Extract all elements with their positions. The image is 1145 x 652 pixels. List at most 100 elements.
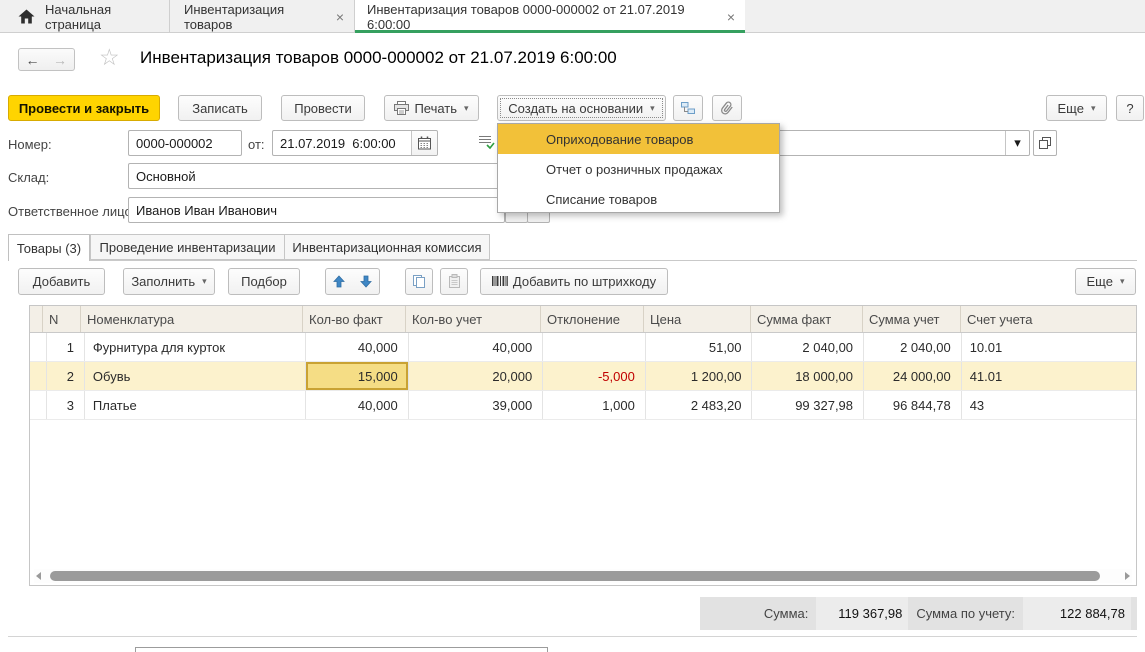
cell-nomenclature[interactable]: Фурнитура для курток [85, 333, 306, 361]
back-button[interactable]: ← [18, 48, 47, 71]
cell-qty-acc[interactable]: 39,000 [409, 391, 544, 419]
document-check-icon[interactable] [478, 134, 495, 150]
forward-button[interactable]: → [46, 48, 75, 71]
tab-goods[interactable]: Товары (3) [8, 234, 90, 261]
cell-price[interactable]: 1 200,00 [646, 362, 753, 390]
close-icon[interactable]: × [727, 9, 735, 25]
form-bottom-border [8, 636, 1137, 637]
number-label: Номер: [8, 137, 52, 152]
paperclip-icon [717, 98, 736, 118]
window-tab-bar: Начальная страница Инвентаризация товаро… [0, 0, 1145, 33]
add-by-barcode-button[interactable]: Добавить по штрихкоду [480, 268, 668, 295]
print-button[interactable]: Печать ▾ [384, 95, 479, 121]
cell-sum-fact[interactable]: 2 040,00 [752, 333, 864, 361]
column-header-nomenclature[interactable]: Номенклатура [81, 306, 303, 332]
more-button-table[interactable]: Еще ▾ [1075, 268, 1136, 295]
goods-table: N Номенклатура Кол-во факт Кол-во учет О… [29, 305, 1137, 586]
scroll-right-icon[interactable] [1125, 572, 1130, 580]
table-header-row: N Номенклатура Кол-во факт Кол-во учет О… [30, 306, 1136, 333]
post-button[interactable]: Провести [281, 95, 365, 121]
date-field[interactable]: 21.07.2019 6:00:00 [272, 130, 438, 156]
responsible-label: Ответственное лицо: [8, 204, 135, 219]
column-header-qty-fact[interactable]: Кол-во факт [303, 306, 406, 332]
barcode-icon [492, 275, 508, 288]
post-and-close-button[interactable]: Провести и закрыть [8, 95, 160, 121]
move-row-down-button[interactable] [352, 268, 380, 295]
menu-item-goods-write-off[interactable]: Списание товаров [498, 184, 779, 214]
row-marker-column-header [30, 306, 43, 332]
clipped-field-below[interactable] [135, 647, 548, 652]
printer-icon [394, 101, 409, 115]
column-header-account[interactable]: Счет учета [961, 306, 1136, 332]
cell-sum-fact[interactable]: 18 000,00 [752, 362, 864, 390]
scrollbar-thumb[interactable] [50, 571, 1100, 581]
number-field[interactable]: 0000-000002 [128, 130, 242, 156]
column-header-price[interactable]: Цена [644, 306, 751, 332]
paste-button[interactable] [440, 268, 468, 295]
more-button-top[interactable]: Еще ▾ [1046, 95, 1107, 121]
cell-account[interactable]: 43 [962, 391, 1136, 419]
cell-deviation[interactable] [543, 333, 646, 361]
cell-price[interactable]: 51,00 [646, 333, 753, 361]
table-row[interactable]: 1 Фурнитура для курток 40,000 40,000 51,… [30, 333, 1136, 362]
scroll-left-icon[interactable] [36, 572, 41, 580]
close-icon[interactable]: × [336, 9, 344, 25]
cell-deviation[interactable]: 1,000 [543, 391, 646, 419]
tab-inventory-commission[interactable]: Инвентаризационная комиссия [285, 234, 490, 260]
tab-home-page[interactable]: Начальная страница [0, 0, 170, 33]
tab-inventory-list[interactable]: Инвентаризация товаров × [170, 0, 355, 33]
combo-dropdown-button[interactable]: ▾ [1005, 131, 1029, 155]
cell-sum-acc[interactable]: 2 040,00 [864, 333, 962, 361]
cell-qty-fact[interactable]: 40,000 [306, 333, 409, 361]
warehouse-field[interactable]: Основной [128, 163, 505, 189]
column-header-sum-fact[interactable]: Сумма факт [751, 306, 863, 332]
menu-item-goods-receipt[interactable]: Оприходование товаров [498, 124, 779, 154]
tab-inventory-execution[interactable]: Проведение инвентаризации [90, 234, 285, 260]
attachments-button[interactable] [712, 95, 742, 121]
cell-n[interactable]: 3 [47, 391, 85, 419]
create-based-on-menu: Оприходование товаров Отчет о розничных … [497, 123, 780, 213]
row-marker-cell [30, 333, 47, 361]
copy-button[interactable] [405, 268, 433, 295]
cell-deviation[interactable]: -5,000 [543, 362, 646, 390]
column-header-n[interactable]: N [43, 306, 81, 332]
menu-item-retail-sales-report[interactable]: Отчет о розничных продажах [498, 154, 779, 184]
document-structure-button[interactable] [673, 95, 703, 121]
column-header-sum-acc[interactable]: Сумма учет [863, 306, 961, 332]
cell-sum-fact[interactable]: 99 327,98 [752, 391, 864, 419]
add-row-button[interactable]: Добавить [18, 268, 105, 295]
sum-value: 119 367,98 [816, 597, 908, 630]
move-row-up-button[interactable] [325, 268, 353, 295]
cell-account[interactable]: 10.01 [962, 333, 1136, 361]
home-icon [18, 9, 35, 24]
table-row-current[interactable]: 2 Обувь 15,000 20,000 -5,000 1 200,00 18… [30, 362, 1136, 391]
cell-nomenclature[interactable]: Платье [85, 391, 306, 419]
totals-bar: Сумма: 119 367,98 Сумма по учету: 122 88… [700, 597, 1137, 630]
column-header-qty-acc[interactable]: Кол-во учет [406, 306, 541, 332]
write-button[interactable]: Записать [178, 95, 262, 121]
table-row[interactable]: 3 Платье 40,000 39,000 1,000 2 483,20 99… [30, 391, 1136, 420]
column-header-deviation[interactable]: Отклонение [541, 306, 644, 332]
favorite-star-icon[interactable]: ☆ [99, 44, 120, 71]
cell-qty-acc[interactable]: 40,000 [409, 333, 544, 361]
cell-qty-fact-selected[interactable]: 15,000 [306, 362, 409, 390]
create-based-on-button[interactable]: Создать на основании ▾ [497, 95, 666, 121]
horizontal-scrollbar[interactable] [34, 569, 1132, 583]
pick-button[interactable]: Подбор [228, 268, 300, 295]
tab-inventory-document[interactable]: Инвентаризация товаров 0000-000002 от 21… [355, 0, 745, 33]
cell-n[interactable]: 1 [47, 333, 85, 361]
calendar-button[interactable] [411, 131, 437, 155]
cell-qty-acc[interactable]: 20,000 [409, 362, 544, 390]
open-link-button[interactable] [1033, 130, 1057, 156]
cell-account[interactable]: 41.01 [962, 362, 1136, 390]
open-in-new-icon [1039, 137, 1051, 149]
cell-price[interactable]: 2 483,20 [646, 391, 753, 419]
help-button[interactable]: ? [1116, 95, 1144, 121]
cell-nomenclature[interactable]: Обувь [85, 362, 306, 390]
cell-qty-fact[interactable]: 40,000 [306, 391, 409, 419]
cell-n[interactable]: 2 [47, 362, 85, 390]
cell-sum-acc[interactable]: 96 844,78 [864, 391, 962, 419]
responsible-field[interactable]: Иванов Иван Иванович [128, 197, 505, 223]
cell-sum-acc[interactable]: 24 000,00 [864, 362, 962, 390]
fill-button[interactable]: Заполнить ▾ [123, 268, 215, 295]
